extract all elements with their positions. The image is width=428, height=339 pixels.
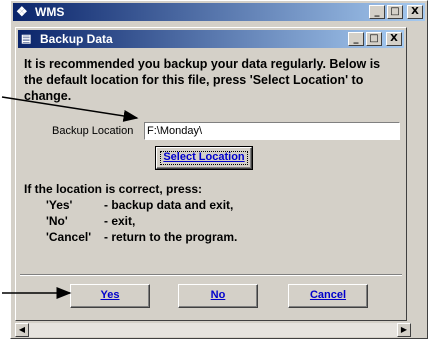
backup-location-label: Backup Location bbox=[52, 125, 134, 137]
instruction-key: 'No' bbox=[46, 214, 68, 228]
wms-close-button[interactable]: X bbox=[407, 5, 423, 19]
instruction-key: 'Cancel' bbox=[46, 230, 92, 244]
instruction-row: 'No' - exit, bbox=[24, 213, 400, 229]
wms-maximize-button[interactable]: □ bbox=[387, 5, 403, 19]
instruction-row: 'Yes' - backup data and exit, bbox=[24, 197, 400, 213]
dialog-title: Backup Data bbox=[40, 32, 113, 46]
yes-button[interactable]: Yes bbox=[70, 284, 150, 308]
wms-app-icon: ❖ bbox=[16, 4, 28, 19]
select-location-label: Select Location bbox=[163, 151, 245, 163]
cancel-button[interactable]: Cancel bbox=[288, 284, 368, 308]
instruction-row: 'Cancel' - return to the program. bbox=[24, 229, 400, 245]
backup-location-input[interactable]: F:\Monday\ bbox=[144, 122, 400, 140]
backup-message: It is recommended you backup your data r… bbox=[24, 57, 381, 103]
wms-window-title: WMS bbox=[35, 5, 65, 19]
instruction-desc: - return to the program. bbox=[104, 230, 238, 244]
form-icon: ▤ bbox=[21, 33, 32, 45]
select-location-button[interactable]: Select Location bbox=[155, 146, 253, 170]
backup-data-dialog: ▤ Backup Data _ □ X It is recommended yo… bbox=[15, 27, 407, 321]
instruction-key: 'Yes' bbox=[46, 198, 73, 212]
instructions-header: If the location is correct, press: bbox=[24, 182, 203, 196]
dialog-close-button[interactable]: X bbox=[386, 32, 402, 46]
horizontal-scrollbar[interactable]: ◀ ▶ bbox=[15, 323, 411, 337]
instruction-desc: - exit, bbox=[104, 214, 136, 228]
wms-minimize-button[interactable]: _ bbox=[369, 5, 385, 19]
divider bbox=[20, 274, 402, 276]
wms-window: ❖ WMS _ □ X ▤ Backup Data _ □ X It is re… bbox=[10, 0, 428, 339]
instruction-desc: - backup data and exit, bbox=[104, 198, 234, 212]
scroll-right-icon[interactable]: ▶ bbox=[397, 323, 411, 337]
scroll-left-icon[interactable]: ◀ bbox=[15, 323, 29, 337]
right-panel-edge bbox=[411, 23, 425, 321]
instructions: If the location is correct, press: 'Yes'… bbox=[24, 181, 400, 245]
no-button[interactable]: No bbox=[178, 284, 258, 308]
dialog-minimize-button[interactable]: _ bbox=[348, 32, 364, 46]
dialog-title-bar[interactable]: ▤ Backup Data _ □ X bbox=[18, 30, 404, 48]
wms-title-bar[interactable]: ❖ WMS _ □ X bbox=[13, 3, 425, 21]
dialog-maximize-button[interactable]: □ bbox=[366, 32, 382, 46]
